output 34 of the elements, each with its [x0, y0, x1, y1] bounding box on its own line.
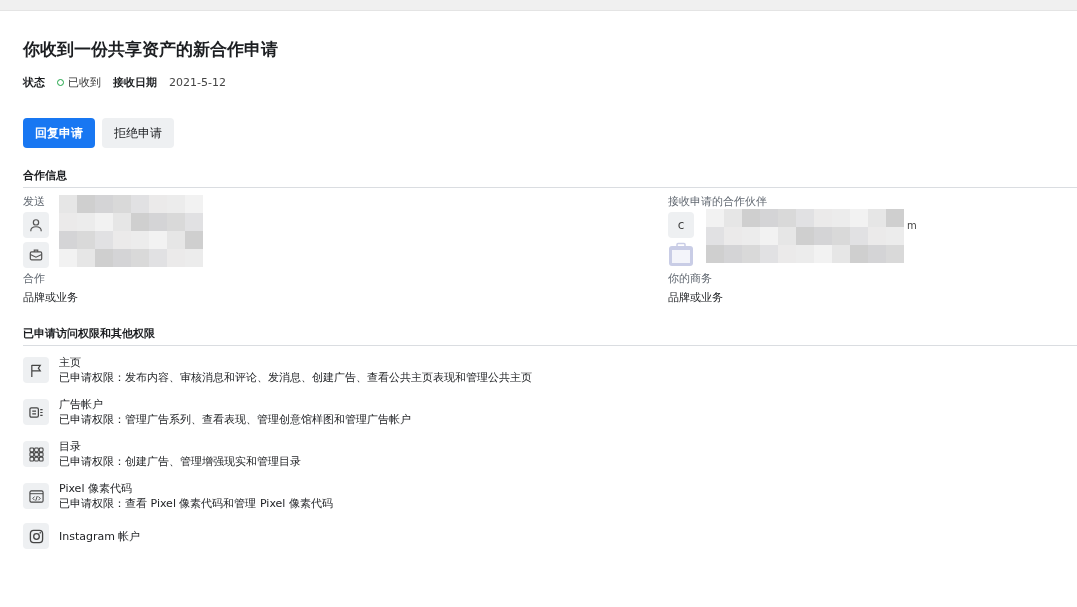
date-value: 2021-5-12	[169, 76, 226, 89]
person-icon	[23, 212, 49, 238]
field-value: 品牌或业务	[23, 290, 78, 306]
decline-button[interactable]: 拒绝申请	[102, 118, 174, 148]
permission-detail: 已申请权限：查看 Pixel 像素代码和管理 Pixel 像素代码	[59, 496, 333, 511]
briefcase-icon	[23, 242, 49, 268]
ad-account-icon	[23, 399, 49, 425]
asset-name: 主页	[59, 355, 82, 370]
status-value: 已收到	[57, 75, 101, 90]
field-label: 接收申请的合作伙伴	[668, 195, 767, 209]
asset-name: 广告帐户	[59, 397, 104, 412]
email-fragment: m	[907, 219, 917, 231]
avatar-letter: c	[668, 212, 694, 238]
instagram-icon	[23, 523, 49, 549]
permission-detail: 已申请权限：发布内容、审核消息和评论、发消息、创建广告、查看公共主页表现和管理公共主页	[59, 370, 532, 385]
date-label: 接收日期	[113, 75, 157, 90]
code-window-icon	[23, 483, 49, 509]
field-label: 你的商务	[668, 272, 712, 286]
section-heading: 合作信息	[23, 168, 1077, 188]
asset-name: Pixel 像素代码	[59, 481, 133, 496]
field-label: 合作	[23, 272, 45, 286]
grid-icon	[23, 441, 49, 467]
status-label: 状态	[23, 75, 45, 90]
asset-name: 目录	[59, 439, 82, 454]
page-title: 你收到一份共享资产的新合作申请	[23, 38, 279, 61]
field-label: 发送	[23, 195, 45, 209]
reply-button[interactable]: 回复申请	[23, 118, 95, 148]
field-value: 品牌或业务	[668, 290, 723, 306]
section-heading: 已申请访问权限和其他权限	[23, 326, 1077, 346]
flag-icon	[23, 357, 49, 383]
asset-name: Instagram 帐户	[59, 528, 141, 544]
permission-detail: 已申请权限：管理广告系列、查看表现、管理创意馆样图和管理广告帐户	[59, 412, 411, 427]
briefcase-icon	[668, 242, 694, 268]
permission-detail: 已申请权限：创建广告、管理增强现实和管理目录	[59, 454, 301, 469]
